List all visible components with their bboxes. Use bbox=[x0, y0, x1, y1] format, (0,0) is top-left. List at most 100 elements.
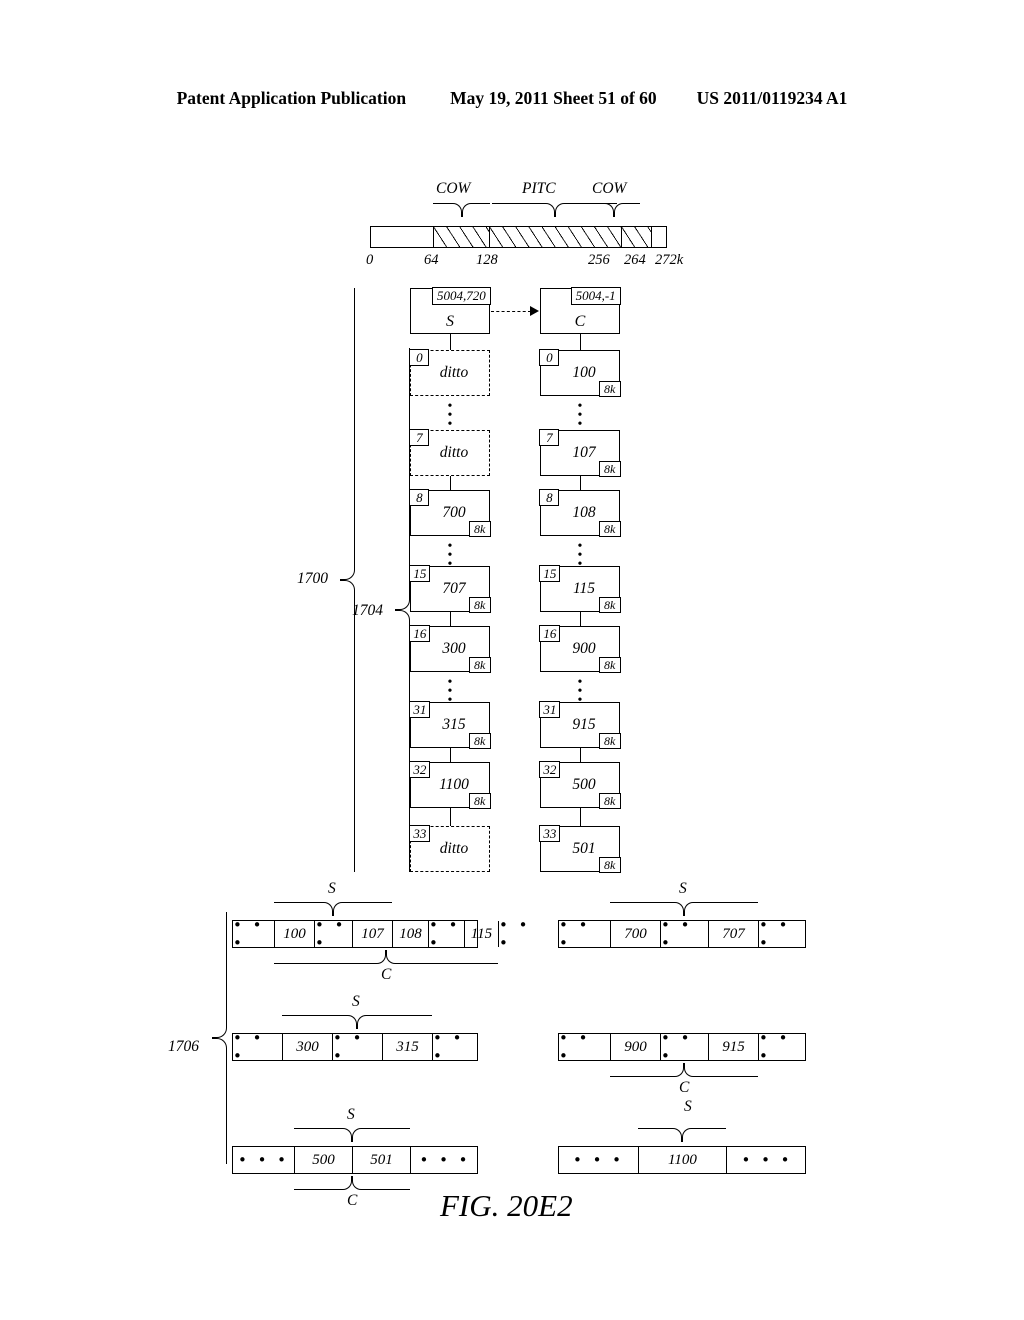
header-date-sheet: May 19, 2011 Sheet 51 of 60 bbox=[450, 88, 657, 108]
cell-value[interactable]: 900 bbox=[611, 1034, 661, 1060]
head-node-s-name: S bbox=[446, 313, 454, 330]
list-node-right-31[interactable]: 31 915 8k bbox=[539, 701, 621, 749]
list-node-value: ditto bbox=[439, 364, 469, 381]
cell-ellipsis[interactable]: • • • bbox=[727, 1147, 807, 1173]
cell-row-right-2[interactable]: • • • 900 • • • 915 • • • bbox=[558, 1029, 807, 1065]
list-node-right-7[interactable]: 7 107 8k bbox=[539, 429, 621, 477]
list-node-size: 8k bbox=[468, 520, 491, 537]
brace-above-right-3 bbox=[638, 1128, 726, 1142]
cell-ellipsis[interactable]: • • • bbox=[559, 1029, 611, 1065]
cell-row-left-3[interactable]: • • • 500 501 • • • bbox=[232, 1146, 478, 1174]
tick-label-272k: 272k bbox=[655, 252, 684, 268]
region-label-cow-1: COW bbox=[436, 180, 471, 197]
cell-value[interactable]: 915 bbox=[709, 1034, 759, 1060]
head-node-c[interactable]: 5004,-1 C bbox=[540, 287, 621, 334]
list-node-right-8[interactable]: 8 108 8k bbox=[539, 489, 621, 537]
list-connector bbox=[450, 808, 451, 826]
cell-row-left-2[interactable]: • • • 300 • • • 315 • • • bbox=[232, 1029, 479, 1065]
cell-value[interactable]: 300 bbox=[283, 1034, 333, 1060]
page-header: Patent Application Publication May 19, 20… bbox=[0, 88, 1024, 109]
cell-value[interactable]: 315 bbox=[383, 1034, 433, 1060]
list-node-size: 8k bbox=[598, 596, 621, 613]
cell-value[interactable]: 1100 bbox=[639, 1147, 727, 1173]
ref-numeral-1704: 1704 bbox=[352, 602, 383, 619]
memory-bar-divider-128 bbox=[489, 227, 490, 247]
cell-ellipsis[interactable]: • • • bbox=[759, 916, 807, 952]
memory-bar-hatch-cow-2 bbox=[621, 227, 651, 247]
cell-ellipsis[interactable]: • • • bbox=[333, 1029, 383, 1065]
brace-above-left-3 bbox=[294, 1128, 410, 1142]
cell-row-right-3[interactable]: • • • 1100 • • • bbox=[558, 1146, 806, 1174]
cell-value[interactable]: 108 bbox=[393, 921, 429, 947]
cell-ellipsis[interactable]: • • • bbox=[411, 1147, 479, 1173]
list-ellipsis-icon: • • • bbox=[447, 539, 453, 572]
list-node-left-0[interactable]: 0 ditto bbox=[409, 349, 490, 396]
memory-bar-divider-256 bbox=[621, 227, 622, 247]
brace-cow-2 bbox=[588, 203, 640, 217]
cell-ellipsis[interactable]: • • • bbox=[661, 1029, 709, 1065]
list-node-left-33[interactable]: 33 ditto bbox=[409, 825, 490, 872]
cell-ellipsis[interactable]: • • • bbox=[499, 916, 531, 952]
cell-row-left-1[interactable]: • • • 100 • • • 107 108 • • • 115 • • • bbox=[232, 916, 527, 952]
brace-below-left-1 bbox=[274, 950, 498, 964]
cell-value[interactable]: 107 bbox=[353, 921, 393, 947]
list-node-size: 8k bbox=[598, 656, 621, 673]
tick-label-256: 256 bbox=[588, 252, 610, 268]
cell-ellipsis[interactable]: • • • bbox=[759, 1029, 807, 1065]
cell-ellipsis[interactable]: • • • bbox=[559, 1147, 639, 1173]
memory-bar bbox=[370, 226, 667, 248]
list-node-left-16[interactable]: 16 300 8k bbox=[409, 625, 491, 673]
list-connector bbox=[580, 808, 581, 826]
cell-value[interactable]: 100 bbox=[275, 921, 315, 947]
list-node-left-8[interactable]: 8 700 8k bbox=[409, 489, 491, 537]
list-node-size: 8k bbox=[468, 656, 491, 673]
list-node-size: 8k bbox=[598, 856, 621, 873]
list-node-right-15[interactable]: 15 115 8k bbox=[539, 565, 621, 613]
list-node-right-16[interactable]: 16 900 8k bbox=[539, 625, 621, 673]
brace-cow-1 bbox=[433, 203, 490, 217]
cell-ellipsis[interactable]: • • • bbox=[661, 916, 709, 952]
ref-numeral-1706: 1706 bbox=[168, 1038, 199, 1055]
cell-value[interactable]: 501 bbox=[353, 1147, 411, 1173]
list-node-right-0[interactable]: 0 100 8k bbox=[539, 349, 621, 397]
cell-value[interactable]: 700 bbox=[611, 921, 661, 947]
list-ellipsis-icon: • • • bbox=[577, 399, 583, 432]
tick-label-64: 64 bbox=[424, 252, 439, 268]
list-node-right-32[interactable]: 32 500 8k bbox=[539, 761, 621, 809]
list-node-right-33[interactable]: 33 501 8k bbox=[539, 825, 621, 873]
tick-label-128: 128 bbox=[476, 252, 498, 268]
memory-bar-divider-64 bbox=[433, 227, 434, 247]
cell-value[interactable]: 707 bbox=[709, 921, 759, 947]
cell-ellipsis[interactable]: • • • bbox=[429, 916, 465, 952]
list-node-left-15[interactable]: 15 707 8k bbox=[409, 565, 491, 613]
cell-value[interactable]: 500 bbox=[295, 1147, 353, 1173]
list-ellipsis-icon: • • • bbox=[447, 675, 453, 708]
list-node-left-7[interactable]: 7 ditto bbox=[409, 429, 490, 476]
brace-label-above-right-1: S bbox=[679, 880, 687, 897]
brace-label-above-left-3: S bbox=[347, 1106, 355, 1123]
brace-above-left-2 bbox=[282, 1015, 432, 1029]
brace-label-above-left-2: S bbox=[352, 993, 360, 1010]
cell-ellipsis[interactable]: • • • bbox=[433, 1029, 479, 1065]
list-node-left-32[interactable]: 32 1100 8k bbox=[409, 761, 491, 809]
list-node-left-31[interactable]: 31 315 8k bbox=[409, 701, 491, 749]
cell-ellipsis[interactable]: • • • bbox=[233, 916, 275, 952]
cell-ellipsis[interactable]: • • • bbox=[233, 1029, 283, 1065]
cell-ellipsis[interactable]: • • • bbox=[233, 1147, 295, 1173]
list-node-size: 8k bbox=[598, 520, 621, 537]
memory-bar-divider-264 bbox=[651, 227, 652, 247]
cell-ellipsis[interactable]: • • • bbox=[315, 916, 353, 952]
list-connector bbox=[450, 612, 451, 626]
interlabel-right-s: S bbox=[684, 1098, 692, 1115]
memory-bar-hatch-cow-1 bbox=[433, 227, 489, 247]
cell-row-right-1[interactable]: • • • 700 • • • 707 • • • bbox=[558, 916, 807, 952]
brace-label-above-left-1: S bbox=[328, 880, 336, 897]
list-node-size: 8k bbox=[598, 732, 621, 749]
brace-label-below-left-3: C bbox=[347, 1192, 358, 1209]
brace-below-right-2 bbox=[610, 1063, 758, 1077]
connector-head-c bbox=[580, 334, 581, 350]
cell-value[interactable]: 115 bbox=[465, 921, 499, 947]
head-node-s[interactable]: 5004,720 S bbox=[410, 287, 491, 334]
brace-above-left-1 bbox=[274, 902, 392, 916]
cell-ellipsis[interactable]: • • • bbox=[559, 916, 611, 952]
